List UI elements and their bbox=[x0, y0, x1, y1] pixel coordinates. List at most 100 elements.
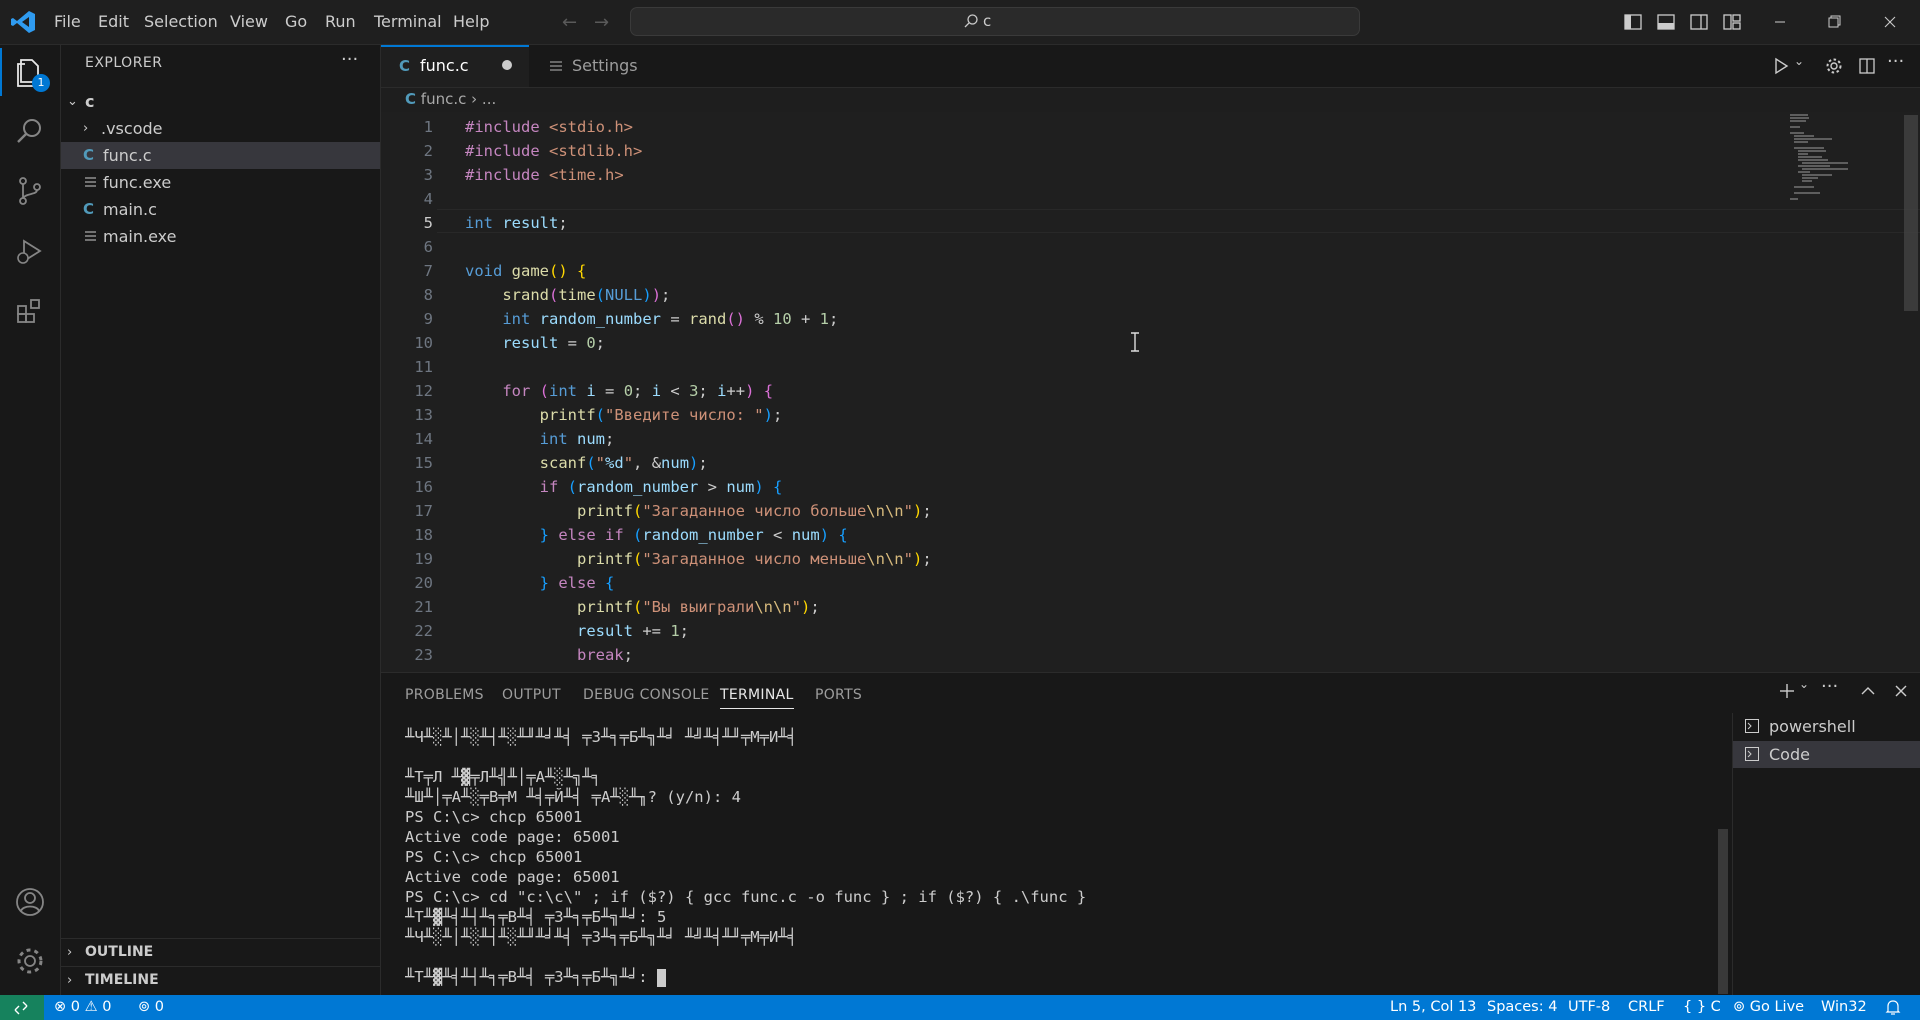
command-center-search[interactable]: c bbox=[630, 7, 1360, 36]
terminal-line: PS C:\c> cd "c:\c\" ; if ($?) { gcc func… bbox=[405, 888, 1087, 906]
back-arrow-icon[interactable]: ← bbox=[562, 12, 577, 33]
tab-output[interactable]: OUTPUT bbox=[502, 687, 561, 703]
settings-gear-icon[interactable] bbox=[14, 945, 46, 977]
explorer-badge: 1 bbox=[32, 74, 50, 92]
root-folder-label: c bbox=[85, 92, 95, 111]
menu-view[interactable]: View bbox=[230, 0, 268, 44]
forward-arrow-icon[interactable]: → bbox=[594, 12, 609, 33]
exe-file-icon bbox=[85, 231, 96, 241]
minimap[interactable] bbox=[1790, 112, 1900, 202]
maximize-panel-chevron-up-icon[interactable] bbox=[1858, 681, 1878, 701]
new-terminal-plus-icon[interactable] bbox=[1777, 681, 1797, 701]
tab-settings[interactable]: Settings bbox=[530, 45, 680, 87]
terminal-item-code[interactable]: Code bbox=[1733, 741, 1920, 768]
remote-icon bbox=[14, 1001, 28, 1015]
tree-item-func-c[interactable]: C func.c bbox=[61, 142, 380, 169]
tab-ports[interactable]: PORTS bbox=[815, 687, 862, 703]
active-indicator bbox=[0, 48, 2, 96]
menu-selection[interactable]: Selection bbox=[144, 0, 218, 44]
terminal-line: ╨Ш╨│╤А╨░╤В╤М ╨╡╤Й╨╡ ╤А╨░╨╖? (y/n): 4 bbox=[405, 788, 741, 806]
terminal-line: PS C:\c> chcp 65001 bbox=[405, 848, 583, 866]
go-live-label: Go Live bbox=[1749, 999, 1805, 1015]
terminal-line: PS C:\c> chcp 65001 bbox=[405, 808, 583, 826]
customize-layout-icon[interactable] bbox=[1722, 12, 1742, 32]
more-actions-icon[interactable]: ··· bbox=[341, 49, 358, 70]
terminal-scrollbar-thumb[interactable] bbox=[1718, 829, 1728, 994]
terminal-icon bbox=[1745, 719, 1759, 733]
search-icon[interactable] bbox=[14, 115, 46, 147]
menu-file[interactable]: File bbox=[54, 0, 81, 44]
remote-indicator[interactable] bbox=[0, 995, 44, 1020]
ports-indicator[interactable]: ⊚ 0 bbox=[138, 995, 164, 1020]
language-mode[interactable]: { } C bbox=[1683, 995, 1721, 1020]
warning-icon: ⚠ bbox=[84, 999, 98, 1015]
toggle-primary-sidebar-icon[interactable] bbox=[1623, 12, 1643, 32]
more-actions-icon[interactable]: ··· bbox=[1821, 676, 1838, 697]
tree-item-func-exe[interactable]: func.exe bbox=[61, 169, 380, 196]
tree-item-label: func.exe bbox=[103, 173, 172, 192]
encoding[interactable]: UTF-8 bbox=[1568, 995, 1610, 1020]
breadcrumb-rest[interactable]: ... bbox=[482, 90, 496, 108]
exe-file-icon bbox=[85, 177, 96, 187]
cursor-position[interactable]: Ln 5, Col 13 bbox=[1390, 995, 1476, 1020]
problems-indicator[interactable]: ⊗ 0 ⚠ 0 bbox=[54, 995, 111, 1020]
terminal-item-powershell[interactable]: powershell bbox=[1733, 713, 1920, 740]
breadcrumb-separator-icon: › bbox=[471, 90, 478, 108]
source-control-icon[interactable] bbox=[14, 175, 46, 207]
search-icon bbox=[964, 14, 978, 28]
menu-run[interactable]: Run bbox=[325, 0, 356, 44]
terminal-line: ╨Т╤Л ╨▓╤Л╨╣╨│╤А╨░╨╗╨╕ bbox=[405, 768, 601, 786]
menu-terminal[interactable]: Terminal bbox=[374, 0, 442, 44]
terminal-line-text: ╨Т╨▓╨╡╨┤╨╕╤В╨╡ ╤З╨╕╤Б╨╗╨╛: bbox=[405, 968, 657, 986]
extensions-icon[interactable] bbox=[14, 295, 46, 327]
menu-go[interactable]: Go bbox=[285, 0, 307, 44]
menu-help[interactable]: Help bbox=[453, 0, 489, 44]
minimize-icon[interactable] bbox=[1756, 0, 1804, 44]
ports-count: 0 bbox=[154, 999, 164, 1015]
section-timeline[interactable]: › TIMELINE bbox=[61, 966, 380, 994]
menu-edit[interactable]: Edit bbox=[98, 0, 129, 44]
terminal-output[interactable]: ╨Ч╨░╨│╨░╨┤╨░╨╜╨╛╨╡ ╤З╨╕╤Б╨╗╨╛ ╨╝╨╡╨╜╤М╤И… bbox=[405, 727, 1920, 992]
notifications-bell-icon[interactable] bbox=[1885, 999, 1901, 1016]
accounts-icon[interactable] bbox=[14, 886, 46, 918]
toggle-panel-icon[interactable] bbox=[1656, 12, 1676, 32]
run-and-debug-icon[interactable] bbox=[14, 235, 46, 267]
more-actions-icon[interactable]: ··· bbox=[1887, 51, 1904, 72]
terminal-item-label: powershell bbox=[1769, 717, 1856, 736]
breadcrumb-file[interactable]: func.c bbox=[421, 90, 467, 108]
folder-root[interactable]: ⌄ c bbox=[61, 88, 380, 115]
gear-icon[interactable] bbox=[1825, 57, 1843, 75]
close-panel-icon[interactable] bbox=[1891, 681, 1911, 701]
platform[interactable]: Win32 bbox=[1821, 995, 1867, 1020]
tree-item-main-exe[interactable]: main.exe bbox=[61, 223, 380, 250]
code-editor[interactable]: 1 #include <stdio.h> 2 #include <stdlib.h>… bbox=[381, 112, 1920, 672]
editor-scrollbar-thumb[interactable] bbox=[1904, 115, 1918, 311]
tab-terminal[interactable]: TERMINAL bbox=[720, 687, 794, 709]
tab-label: func.c bbox=[420, 56, 469, 75]
split-editor-icon[interactable] bbox=[1858, 57, 1876, 75]
tab-debug-console[interactable]: DEBUG CONSOLE bbox=[583, 687, 710, 703]
current-line-highlight bbox=[437, 209, 1920, 233]
end-of-line[interactable]: CRLF bbox=[1628, 995, 1665, 1020]
title-bar: File Edit Selection View Go Run Terminal… bbox=[0, 0, 1920, 45]
go-live-button[interactable]: ⊚ Go Live bbox=[1733, 995, 1804, 1020]
restore-icon[interactable] bbox=[1810, 0, 1858, 44]
tree-item-main-c[interactable]: C main.c bbox=[61, 196, 380, 223]
tab-func-c[interactable]: C func.c bbox=[381, 45, 529, 87]
indentation[interactable]: Spaces: 4 bbox=[1487, 995, 1557, 1020]
c-file-icon: C bbox=[83, 200, 95, 218]
toggle-secondary-sidebar-icon[interactable] bbox=[1689, 12, 1709, 32]
c-file-icon: C bbox=[399, 57, 411, 75]
tree-item-vscode[interactable]: › .vscode bbox=[61, 115, 380, 142]
unsaved-dot-icon[interactable] bbox=[502, 60, 512, 70]
c-file-icon: C bbox=[83, 146, 95, 164]
terminal-dropdown-chevron-icon[interactable]: ⌄ bbox=[1799, 677, 1809, 691]
tab-problems[interactable]: PROBLEMS bbox=[405, 687, 484, 703]
section-outline[interactable]: › OUTLINE bbox=[61, 938, 380, 966]
status-bar: ⊗ 0 ⚠ 0 ⊚ 0 Ln 5, Col 13 Spaces: 4 UTF-8… bbox=[0, 995, 1920, 1020]
close-icon[interactable] bbox=[1866, 0, 1914, 44]
run-file-icon[interactable] bbox=[1772, 57, 1790, 75]
mouse-ibeam-cursor-icon bbox=[1131, 332, 1139, 352]
terminal-cursor bbox=[656, 968, 666, 987]
run-dropdown-chevron-icon[interactable]: ⌄ bbox=[1794, 54, 1804, 68]
